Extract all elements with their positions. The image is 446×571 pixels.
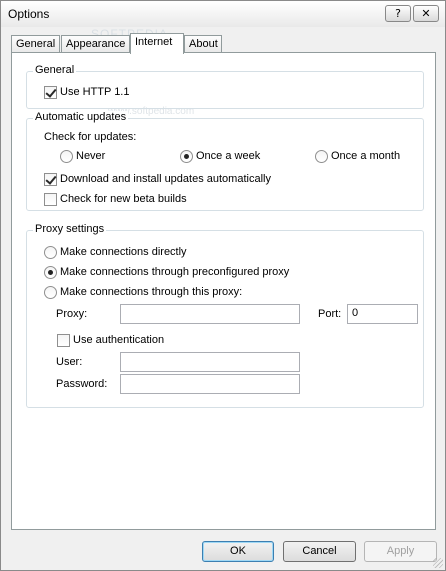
use-http11-checkbox[interactable] xyxy=(44,86,57,99)
update-once-a-month-radio[interactable] xyxy=(315,150,328,163)
proxy-port-label: Port: xyxy=(318,308,342,320)
close-button[interactable]: ✕ xyxy=(413,5,439,22)
download-auto-checkbox[interactable] xyxy=(44,173,57,186)
proxy-settings-group-label: Proxy settings xyxy=(33,223,107,235)
proxy-direct-label: Make connections directly xyxy=(60,246,187,258)
tab-internet[interactable]: Internet xyxy=(130,33,184,54)
beta-builds-checkbox[interactable] xyxy=(44,193,57,206)
update-once-a-week-label: Once a week xyxy=(196,150,261,162)
update-never-radio[interactable] xyxy=(60,150,73,163)
user-input[interactable] xyxy=(120,352,300,372)
general-group-label: General xyxy=(33,64,77,76)
proxy-port-input[interactable]: 0 xyxy=(347,304,418,324)
tab-about[interactable]: About xyxy=(184,35,222,53)
automatic-updates-group-label: Automatic updates xyxy=(33,111,129,123)
proxy-custom-label: Make connections through this proxy: xyxy=(60,286,243,298)
proxy-preconfigured-radio[interactable] xyxy=(44,266,57,279)
use-authentication-checkbox[interactable] xyxy=(57,334,70,347)
update-once-a-month-label: Once a month xyxy=(331,150,401,162)
proxy-direct-radio[interactable] xyxy=(44,246,57,259)
check-for-updates-label: Check for updates: xyxy=(44,131,137,143)
password-input[interactable] xyxy=(120,374,300,394)
download-auto-label: Download and install updates automatical… xyxy=(60,173,271,185)
options-window: Options SOFTPEDIA ? ✕ General Appearance… xyxy=(0,0,446,571)
tab-appearance[interactable]: Appearance xyxy=(61,35,130,53)
cancel-button[interactable]: Cancel xyxy=(283,541,356,562)
window-title: Options xyxy=(8,7,50,21)
beta-builds-label: Check for new beta builds xyxy=(60,193,187,205)
user-label: User: xyxy=(56,356,83,368)
proxy-custom-radio[interactable] xyxy=(44,286,57,299)
tab-general[interactable]: General xyxy=(11,35,60,53)
ok-button[interactable]: OK xyxy=(202,541,274,562)
update-once-a-week-radio[interactable] xyxy=(180,150,193,163)
general-group: General Use HTTP 1.1 xyxy=(26,64,424,109)
proxy-host-input[interactable] xyxy=(120,304,300,324)
title-bar[interactable]: Options SOFTPEDIA ? ✕ xyxy=(1,1,445,41)
use-authentication-label: Use authentication xyxy=(73,334,165,346)
proxy-settings-group: Proxy settings Make connections directly… xyxy=(26,223,424,408)
internet-tab-panel: www.softpedia.com General Use HTTP 1.1 A… xyxy=(11,52,436,530)
help-button[interactable]: ? xyxy=(385,5,411,22)
proxy-host-label: Proxy: xyxy=(56,308,88,320)
proxy-preconfigured-label: Make connections through preconfigured p… xyxy=(60,266,290,278)
resize-grip[interactable] xyxy=(433,558,443,568)
update-never-label: Never xyxy=(76,150,106,162)
password-label: Password: xyxy=(56,378,108,390)
use-http11-label: Use HTTP 1.1 xyxy=(60,86,130,98)
apply-button[interactable]: Apply xyxy=(364,541,437,562)
automatic-updates-group: Automatic updates Check for updates: Nev… xyxy=(26,111,424,211)
